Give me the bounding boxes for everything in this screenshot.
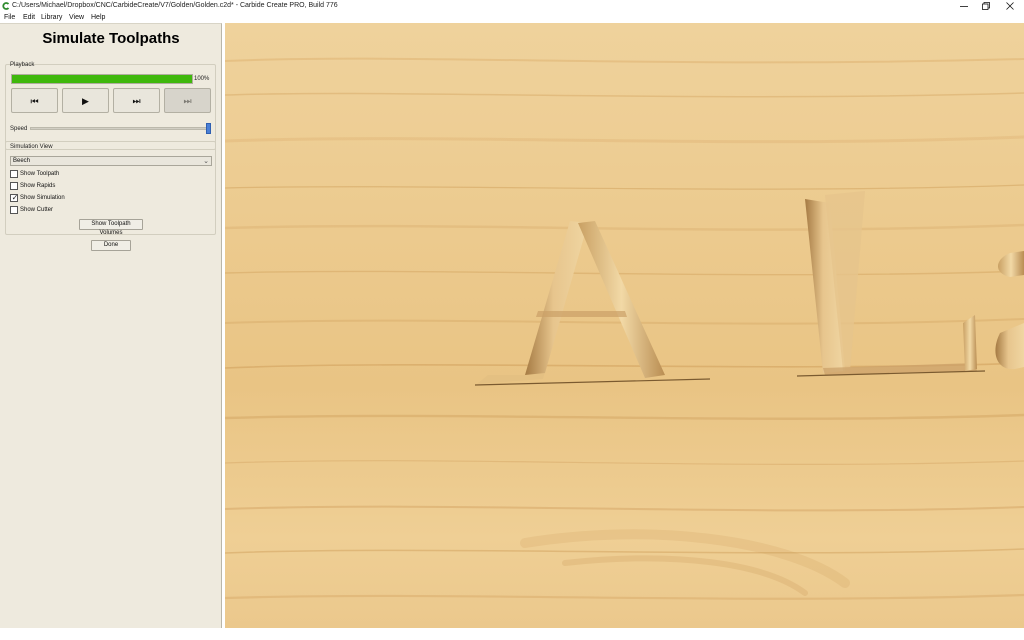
step-forward-icon: ⏭: [132, 96, 141, 106]
show-simulation-checkbox[interactable]: ✓: [10, 193, 19, 202]
show-rapids-label: Show Rapids: [20, 183, 56, 189]
show-toolpath-checkbox[interactable]: [10, 170, 18, 178]
chevron-down-icon: ⌄: [203, 158, 209, 165]
material-select-value: Beech: [13, 158, 31, 164]
playback-label: Playback: [10, 62, 35, 68]
rewind-button[interactable]: ⏮: [11, 88, 58, 113]
carbide-create-window: C:/Users/Michael/Dropbox/CNC/CarbideCrea…: [0, 0, 1024, 640]
skip-to-end-button[interactable]: ⏭: [164, 88, 211, 113]
carbide-c-icon: [2, 2, 10, 10]
panel-title: Simulate Toolpaths: [42, 30, 180, 47]
status-strip: [0, 628, 1024, 640]
play-button[interactable]: ▶: [62, 88, 109, 113]
show-cutter-checkbox[interactable]: [10, 206, 18, 214]
menu-edit[interactable]: Edit: [23, 13, 35, 23]
skip-to-start-icon: ⏮: [30, 96, 39, 106]
simulate-toolpaths-panel: Simulate Toolpaths Playback 100% ⏮ ▶ ⏭ ⏭…: [0, 23, 222, 628]
speed-slider-handle[interactable]: [206, 123, 211, 134]
close-icon: [1006, 2, 1014, 10]
minimize-icon: [960, 6, 968, 7]
speed-label: Speed: [10, 126, 28, 132]
wood-simulation-render: [225, 23, 1024, 628]
menu-file[interactable]: File: [4, 13, 15, 23]
show-toolpath-volumes-button[interactable]: Show Toolpath Volumes: [79, 219, 143, 236]
window-title: C:/Users/Michael/Dropbox/CNC/CarbideCrea…: [12, 2, 338, 9]
play-icon: ▶: [82, 96, 89, 106]
menu-view[interactable]: View: [69, 13, 84, 23]
show-rapids-checkbox[interactable]: [10, 182, 18, 190]
show-cutter-label: Show Cutter: [20, 207, 54, 213]
title-bar: C:/Users/Michael/Dropbox/CNC/CarbideCrea…: [0, 0, 1024, 12]
material-select[interactable]: Beech ⌄: [10, 156, 212, 166]
show-simulation-label: Show Simulation: [20, 195, 65, 201]
close-button[interactable]: [999, 0, 1021, 12]
speed-slider[interactable]: [30, 127, 210, 130]
progress-fill: [12, 75, 192, 83]
done-button[interactable]: Done: [91, 240, 131, 251]
maximize-button[interactable]: [975, 0, 997, 12]
checkmark-icon: ✓: [11, 193, 19, 202]
menu-help[interactable]: Help: [91, 13, 105, 23]
simulation-view-label: Simulation View: [10, 144, 53, 150]
playback-progress-bar: [11, 74, 193, 84]
simulation-viewport[interactable]: [225, 23, 1024, 628]
maximize-icon: [982, 2, 990, 10]
minimize-button[interactable]: [953, 0, 975, 12]
show-toolpath-label: Show Toolpath: [20, 171, 60, 177]
skip-to-end-icon: ⏭: [183, 96, 192, 106]
step-forward-button[interactable]: ⏭: [113, 88, 160, 113]
menu-library[interactable]: Library: [41, 13, 62, 23]
progress-percent: 100%: [194, 76, 210, 82]
menu-bar: File Edit Library View Help: [0, 12, 1024, 23]
